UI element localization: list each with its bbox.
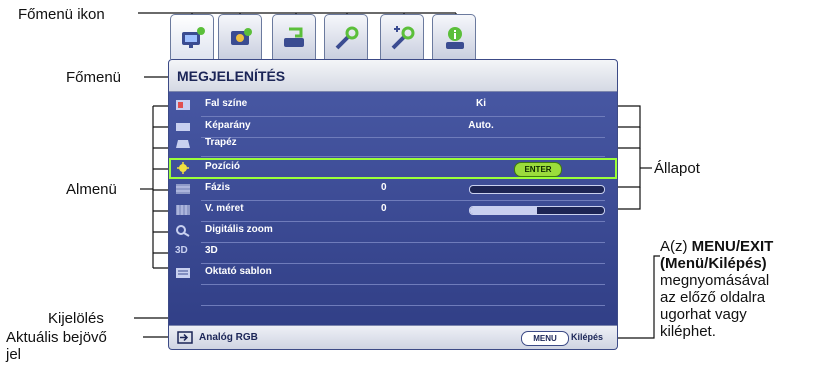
menu-row-position[interactable]: Pozíció ENTER [169, 158, 617, 179]
slider-fill [470, 207, 537, 214]
setup-basic-icon [335, 26, 359, 50]
menu-row-label: Oktató sablon [205, 266, 272, 277]
annotation-menu-exit-line4: az előző oldalra [660, 289, 766, 306]
menu-row-value: 0 [381, 182, 387, 193]
menu-row-value: Ki [476, 98, 486, 109]
status-bar: Analóg RGB MENU Kilépés [169, 325, 617, 349]
annotation-menu-exit-line6: kiléphet. [660, 323, 716, 340]
menu-button[interactable]: MENU [521, 331, 569, 346]
tab-information[interactable] [432, 14, 476, 59]
menu-title: MEGJELENÍTÉS [169, 60, 617, 92]
annotation-menu-exit-key-name: (Menü/Kilépés) [660, 255, 767, 272]
menu-row-label: Fal színe [205, 98, 248, 109]
phase-slider[interactable] [469, 185, 605, 194]
osd-menu-panel: MEGJELENÍTÉS Fal színe Ki Képarány Auto.… [168, 59, 618, 350]
wall-color-icon [176, 100, 190, 110]
phase-icon [176, 184, 190, 194]
menu-row-value: 0 [381, 203, 387, 214]
tab-source[interactable] [272, 14, 316, 59]
annotation-current-input: Aktuális bejövő jel [6, 329, 107, 363]
exit-label: Kilépés [571, 332, 604, 342]
annotation-menu-exit-line3: megnyomásával [660, 272, 770, 289]
annotation-menu-exit-prefix: A(z) [660, 238, 692, 255]
h-size-icon [176, 205, 190, 215]
annotation-current-input-line2: jel [6, 346, 22, 363]
annotation-highlight: Kijelölés [48, 310, 104, 327]
tab-setup-basic[interactable] [324, 14, 368, 59]
menu-row-keystone[interactable]: Trapéz [169, 134, 617, 155]
annotation-main-menu-icon: Főmenü ikon [18, 6, 105, 23]
keystone-icon [176, 140, 190, 148]
digital-zoom-icon [176, 225, 190, 237]
input-source-icon [177, 331, 193, 344]
enter-badge[interactable]: ENTER [514, 162, 562, 177]
menu-row-phase[interactable]: Fázis 0 [169, 179, 617, 200]
annotation-menu-exit: A(z) MENU/EXIT (Menü/Kilépés) megnyomásá… [660, 238, 773, 340]
3d-icon: 3D [175, 245, 188, 256]
menu-row-label: V. méret [205, 203, 244, 214]
annotation-current-input-line1: Aktuális bejövő [6, 329, 107, 346]
menu-row-label: Fázis [205, 182, 231, 193]
menu-row-h-size[interactable]: V. méret 0 [169, 200, 617, 221]
annotation-main-menu: Főmenü [66, 69, 122, 86]
row-divider [201, 305, 605, 306]
position-icon [177, 162, 189, 174]
input-source-label: Analóg RGB [199, 332, 258, 343]
menu-row-label: Pozíció [205, 161, 241, 172]
menu-row-label: Trapéz [205, 137, 237, 148]
annotation-menu-exit-line5: ugorhat vagy [660, 306, 747, 323]
menu-row-label: Digitális zoom [205, 224, 273, 235]
menu-row-3d[interactable]: 3D 3D [169, 242, 617, 263]
row-divider [201, 156, 605, 157]
aspect-ratio-icon [176, 123, 190, 131]
teaching-template-icon [176, 268, 190, 278]
menu-row-label: 3D [205, 245, 218, 256]
tab-setup-advanced[interactable] [380, 14, 424, 59]
menu-row-digital-zoom[interactable]: Digitális zoom [169, 221, 617, 242]
annotation-status: Állapot [654, 160, 700, 177]
menu-row-label: Képarány [205, 120, 251, 131]
menu-row-value: Auto. [468, 120, 494, 131]
picture-icon [231, 28, 252, 45]
annotation-menu-exit-key: MENU/EXIT [691, 238, 774, 255]
menu-row-teaching-template[interactable]: Oktató sablon [169, 263, 617, 284]
setup-advanced-icon [391, 26, 415, 50]
annotation-submenu: Almenü [66, 181, 117, 198]
source-icon [284, 27, 304, 47]
row-divider [201, 284, 605, 285]
tab-display[interactable] [170, 14, 214, 59]
tab-picture[interactable] [218, 14, 262, 59]
display-icon [182, 27, 205, 48]
menu-row-wall-color[interactable]: Fal színe Ki [169, 95, 617, 116]
information-icon [446, 27, 464, 49]
h-size-slider[interactable] [469, 206, 605, 215]
